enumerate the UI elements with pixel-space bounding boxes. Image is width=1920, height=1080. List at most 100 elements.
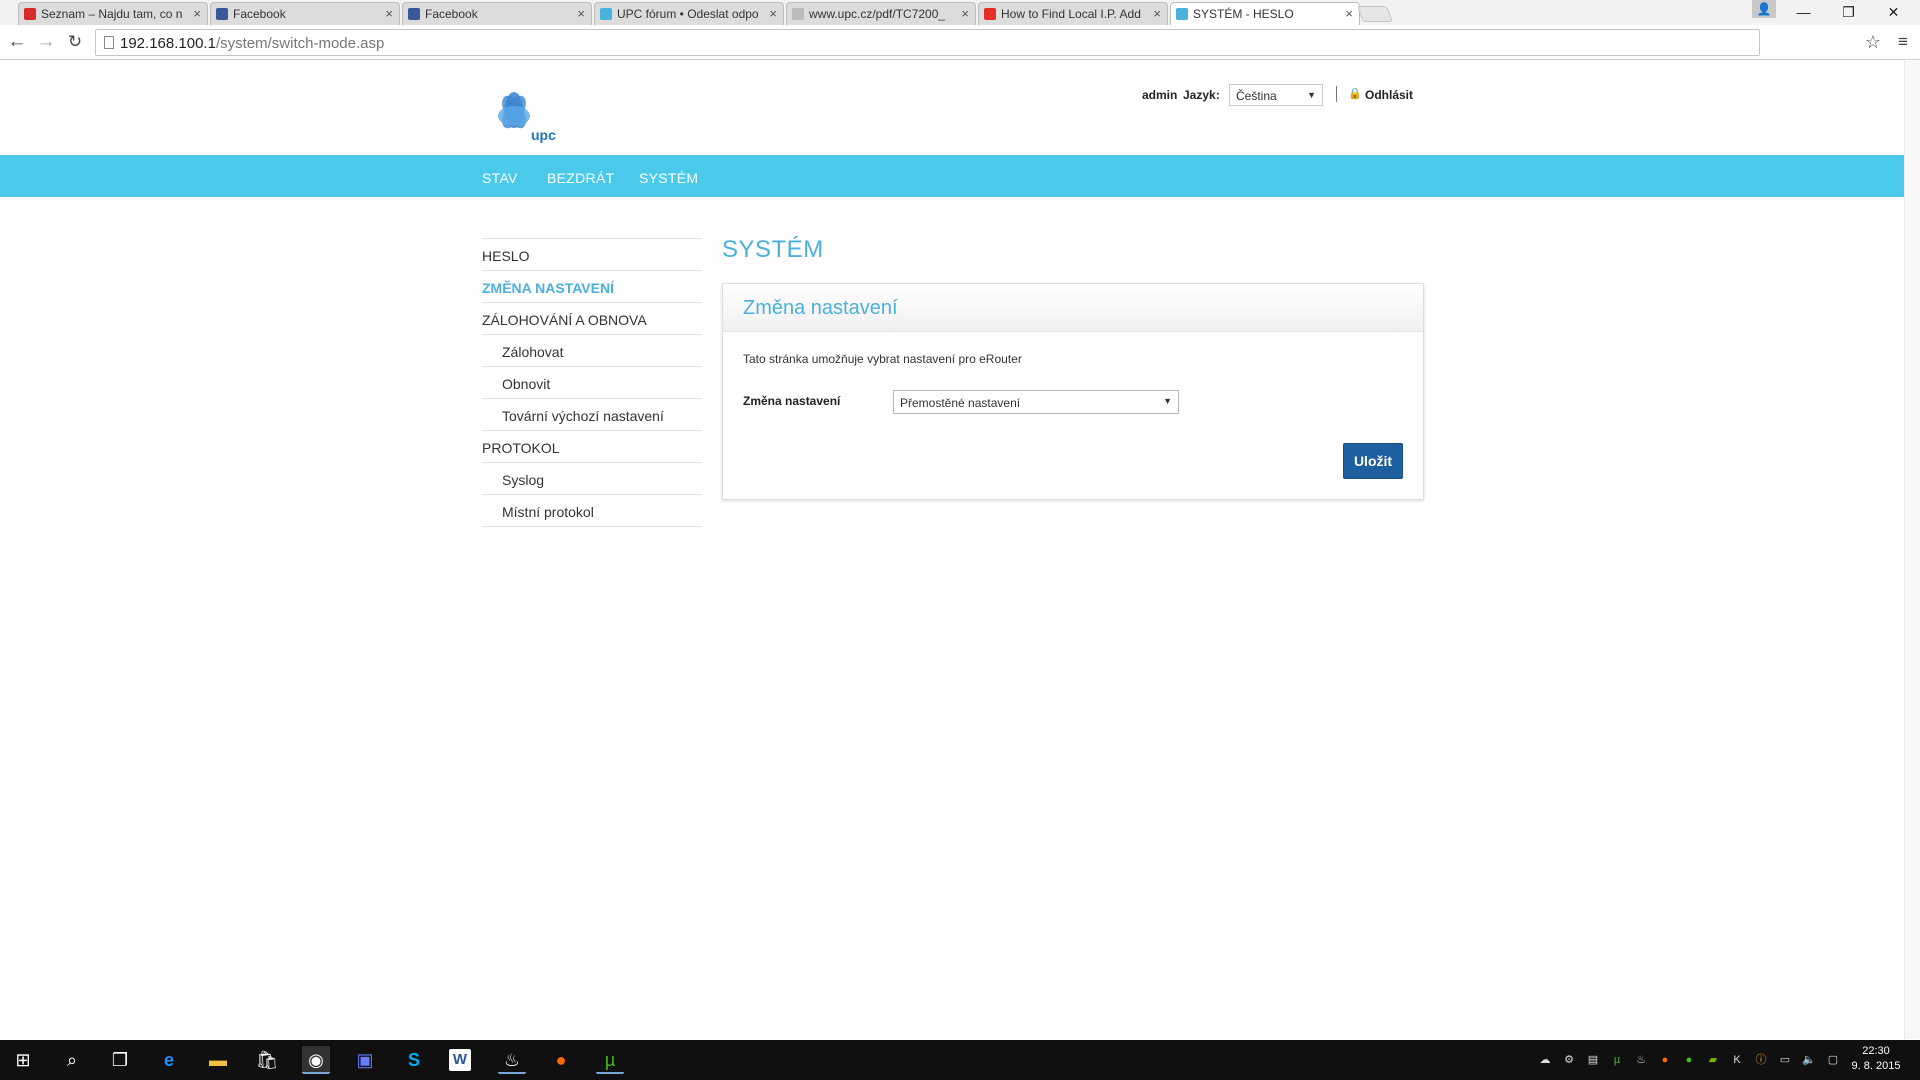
sidebar-item[interactable]: PROTOKOL bbox=[482, 430, 702, 462]
store-icon[interactable]: 🛍 bbox=[253, 1046, 281, 1074]
close-tab-icon[interactable]: × bbox=[577, 6, 585, 21]
chrome-icon[interactable]: ◉ bbox=[302, 1046, 330, 1074]
close-tab-icon[interactable]: × bbox=[961, 6, 969, 21]
utorrent-icon[interactable]: µ bbox=[596, 1046, 624, 1074]
file-explorer-icon[interactable]: ▬ bbox=[204, 1046, 232, 1074]
new-tab-button[interactable] bbox=[1357, 6, 1393, 22]
origin-icon[interactable]: ● bbox=[547, 1046, 575, 1074]
nav-stav[interactable]: STAV bbox=[482, 170, 518, 186]
notification-icon[interactable]: ▢ bbox=[1826, 1053, 1840, 1067]
save-app-icon[interactable]: ▣ bbox=[351, 1046, 379, 1074]
nav-bezdrat[interactable]: BEZDRÁT bbox=[547, 170, 614, 186]
sidebar-item[interactable]: Zálohovat bbox=[482, 334, 702, 366]
tab-2[interactable]: Facebook × bbox=[210, 2, 400, 25]
panel-description: Tato stránka umožňuje vybrat nastavení p… bbox=[743, 352, 1022, 366]
tray-green-icon[interactable]: ● bbox=[1682, 1053, 1696, 1067]
close-tab-icon[interactable]: × bbox=[385, 6, 393, 21]
chevron-down-icon: ▼ bbox=[1163, 396, 1172, 406]
close-tab-icon[interactable]: × bbox=[193, 6, 201, 21]
origin-tray-icon[interactable]: ● bbox=[1658, 1053, 1672, 1067]
page-content bbox=[0, 61, 1904, 1039]
close-tab-icon[interactable]: × bbox=[769, 6, 777, 21]
back-icon[interactable]: ← bbox=[4, 29, 30, 55]
taskbar bbox=[0, 1040, 1920, 1080]
tab-3[interactable]: Facebook × bbox=[402, 2, 592, 25]
tray-k-icon[interactable]: K bbox=[1730, 1053, 1744, 1067]
language-value: Čeština bbox=[1236, 89, 1277, 103]
clock-time: 22:30 bbox=[1862, 1045, 1890, 1057]
tab-1[interactable]: Seznam – Najdu tam, co n × bbox=[18, 2, 208, 25]
sidebar-item[interactable]: Místní protokol bbox=[482, 494, 702, 526]
language-label: Jazyk: bbox=[1183, 88, 1220, 102]
profile-icon[interactable]: 👤 bbox=[1752, 0, 1776, 18]
mode-select[interactable]: Přemostěné nastavení ▼ bbox=[893, 390, 1179, 414]
tab-label: How to Find Local I.P. Add bbox=[1001, 7, 1141, 21]
steam-icon[interactable]: ♨ bbox=[498, 1046, 526, 1074]
sidebar-item[interactable]: ZMĚNA NASTAVENÍ bbox=[482, 270, 702, 302]
address-bar[interactable]: 192.168.100.1/system/switch-mode.asp bbox=[95, 29, 1760, 56]
tab-4[interactable]: UPC fórum • Odeslat odpo × bbox=[594, 2, 784, 25]
volume-icon[interactable]: 🔈 bbox=[1802, 1053, 1816, 1067]
upc-logo-text: upc bbox=[531, 127, 556, 143]
close-tab-icon[interactable]: × bbox=[1153, 6, 1161, 21]
tab-label: Seznam – Najdu tam, co n bbox=[41, 7, 183, 21]
menu-icon[interactable]: ≡ bbox=[1890, 29, 1916, 55]
panel-title: Změna nastavení bbox=[743, 297, 898, 319]
page-icon bbox=[104, 36, 114, 49]
search-icon[interactable]: ⌕ bbox=[58, 1046, 86, 1074]
clock-date: 9. 8. 2015 bbox=[1851, 1060, 1901, 1072]
reload-icon[interactable]: ↻ bbox=[62, 29, 88, 55]
upc-icon bbox=[1176, 8, 1188, 20]
steam-tray-icon[interactable]: ♨ bbox=[1634, 1053, 1648, 1067]
minimize-button[interactable]: — bbox=[1781, 0, 1826, 25]
skype-icon[interactable]: S bbox=[400, 1046, 428, 1074]
lock-icon: 🔒 bbox=[1348, 88, 1362, 100]
url-host: 192.168.100.1 bbox=[120, 35, 216, 52]
wifi-icon[interactable]: ▭ bbox=[1778, 1053, 1792, 1067]
tab-label: Facebook bbox=[425, 7, 478, 21]
sidebar-divider bbox=[482, 526, 702, 527]
onedrive-icon[interactable]: ☁ bbox=[1538, 1053, 1552, 1067]
close-tab-icon[interactable]: × bbox=[1345, 6, 1353, 21]
bookmark-star-icon[interactable]: ☆ bbox=[1860, 29, 1886, 55]
utorrent-tray-icon[interactable]: µ bbox=[1610, 1053, 1624, 1067]
facebook-icon bbox=[408, 8, 420, 20]
upc-icon bbox=[600, 8, 612, 20]
mode-value: Přemostěné nastavení bbox=[900, 396, 1021, 410]
url-path: /system/switch-mode.asp bbox=[215, 35, 385, 52]
seznam-icon bbox=[24, 8, 36, 20]
save-button[interactable]: Uložit bbox=[1343, 443, 1403, 479]
sidebar-item[interactable]: Tovární výchozí nastavení bbox=[482, 398, 702, 430]
close-window-button[interactable]: ✕ bbox=[1871, 0, 1916, 25]
network-tray-icon[interactable]: ⚙ bbox=[1562, 1053, 1576, 1067]
sidebar-item[interactable]: Obnovit bbox=[482, 366, 702, 398]
restore-button[interactable]: ❐ bbox=[1826, 0, 1871, 25]
task-view-icon[interactable]: ❐ bbox=[106, 1046, 134, 1074]
nav-system[interactable]: SYSTÉM bbox=[639, 170, 698, 186]
tab-5[interactable]: www.upc.cz/pdf/TC7200_ × bbox=[786, 2, 976, 25]
facebook-icon bbox=[216, 8, 228, 20]
language-select[interactable]: Čeština ▼ bbox=[1229, 84, 1323, 106]
sidebar-item[interactable]: HESLO bbox=[482, 238, 702, 270]
sidebar-item[interactable]: Syslog bbox=[482, 462, 702, 494]
tray-info-icon[interactable]: ⓘ bbox=[1754, 1053, 1768, 1067]
tab-label: Facebook bbox=[233, 7, 286, 21]
clock[interactable]: 22:30 9. 8. 2015 bbox=[1846, 1044, 1906, 1074]
tab-7[interactable]: SYSTÉM - HESLO × bbox=[1170, 2, 1360, 26]
windows-start-icon[interactable]: ⊞ bbox=[9, 1046, 37, 1074]
logout-link[interactable]: Odhlásit bbox=[1365, 88, 1413, 102]
word-icon[interactable]: W bbox=[449, 1049, 471, 1071]
browser-toolbar: ← → ↻ 192.168.100.1/system/switch-mode.a… bbox=[0, 25, 1920, 60]
main-nav bbox=[0, 155, 1904, 197]
edge-icon[interactable]: e bbox=[155, 1046, 183, 1074]
nvidia-icon[interactable]: ▰ bbox=[1706, 1053, 1720, 1067]
divider bbox=[1336, 86, 1337, 102]
tab-6[interactable]: How to Find Local I.P. Add × bbox=[978, 2, 1168, 25]
page-icon bbox=[792, 8, 804, 20]
tab-label: SYSTÉM - HESLO bbox=[1193, 7, 1294, 21]
sidebar-item[interactable]: ZÁLOHOVÁNÍ A OBNOVA bbox=[482, 302, 702, 334]
forward-icon[interactable]: → bbox=[33, 29, 59, 55]
tray-app-icon[interactable]: ▤ bbox=[1586, 1053, 1600, 1067]
scrollbar[interactable] bbox=[1904, 61, 1920, 1039]
youtube-icon bbox=[984, 8, 996, 20]
